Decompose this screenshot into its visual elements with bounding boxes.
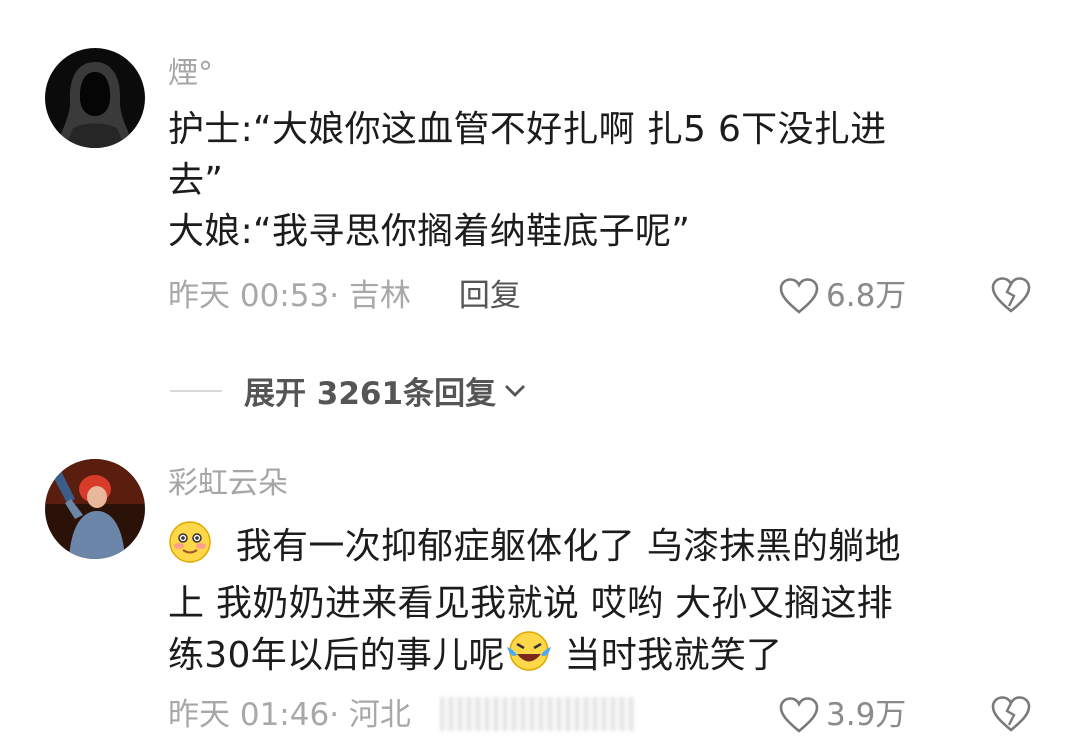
username[interactable]: 彩虹云朵 [168, 466, 288, 502]
comment-segment: 我有一次抑郁症躯体化了 乌漆抹黑的躺地 [235, 526, 901, 567]
comment-line: 我有一次抑郁症躯体化了 乌漆抹黑的躺地 [168, 520, 1018, 578]
broken-heart-icon [991, 696, 1031, 732]
laughing-tears-emoji [505, 629, 553, 687]
comment-meta: 昨天 00:53· 吉林 回复 [168, 276, 521, 316]
watermark [440, 697, 635, 731]
dislike-button[interactable] [990, 276, 1032, 316]
avatar[interactable] [45, 48, 145, 148]
expand-replies-button[interactable]: 展开 3261条回复 [170, 368, 528, 413]
timestamp-location: 昨天 01:46· 河北 [168, 697, 411, 733]
heart-icon [779, 697, 819, 733]
hooded-figure-icon [45, 48, 145, 148]
comment-line: 练30年以后的事儿呢 当时我就笑了 [168, 629, 1018, 687]
username[interactable]: 煙° [168, 56, 213, 92]
blushing-smile-emoji [168, 520, 212, 578]
heart-icon [779, 278, 819, 314]
like-count: 3.9万 [826, 697, 907, 733]
timestamp-location: 昨天 00:53· 吉林 [168, 278, 411, 314]
divider-line [170, 389, 222, 392]
avatar[interactable] [45, 459, 145, 559]
broken-heart-icon [991, 277, 1031, 313]
like-count: 6.8万 [826, 278, 907, 314]
expand-replies-label: 展开 3261条回复 [244, 376, 497, 412]
comment-meta: 昨天 01:46· 河北 [168, 695, 411, 735]
reply-button[interactable]: 回复 [459, 278, 521, 314]
like-button[interactable]: 3.9万 [778, 695, 906, 735]
comment-segment: 练30年以后的事儿呢 [168, 635, 505, 676]
red-hair-performer-icon [45, 459, 145, 559]
comment-line: 大娘:“我寻思你搁着纳鞋底子呢” [168, 211, 691, 252]
comment-line: 护士:“大娘你这血管不好扎啊 扎5 6下没扎进 [168, 109, 887, 150]
comment-segment: 当时我就笑了 [552, 635, 783, 676]
chevron-down-icon [505, 384, 526, 397]
comment-line: 上 我奶奶进来看见我就说 哎哟 大孙又搁这排 [168, 583, 893, 624]
like-button[interactable]: 6.8万 [778, 276, 906, 316]
dislike-button[interactable] [990, 695, 1032, 735]
comment-line: 去” [168, 160, 224, 201]
comment-text: 护士:“大娘你这血管不好扎啊 扎5 6下没扎进 去” 大娘:“我寻思你搁着纳鞋底… [168, 104, 1018, 257]
comment-text: 我有一次抑郁症躯体化了 乌漆抹黑的躺地 上 我奶奶进来看见我就说 哎哟 大孙又搁… [168, 520, 1018, 687]
